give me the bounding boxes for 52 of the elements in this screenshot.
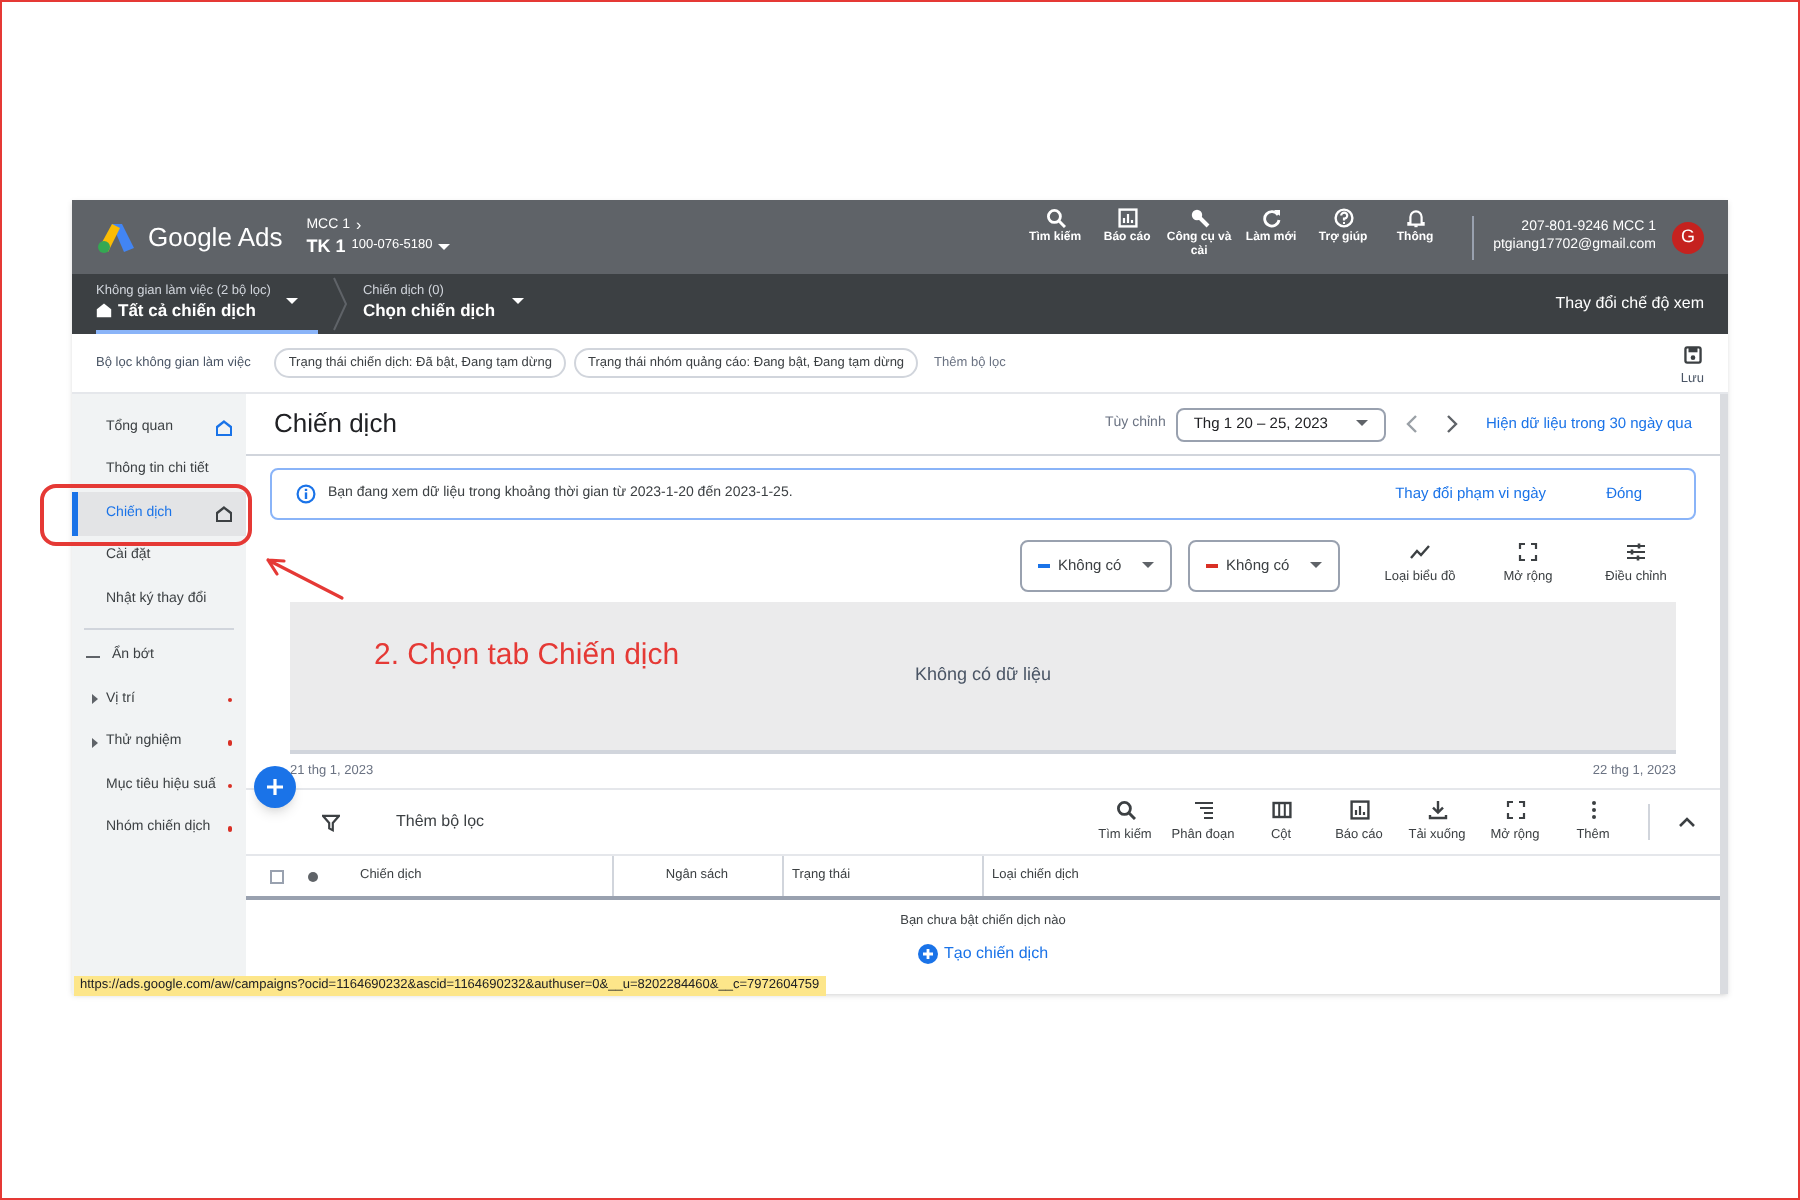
collapse-icon[interactable] [1678,816,1696,828]
create-campaign-link[interactable]: Tạo chiến dịch [917,941,1049,966]
next-icon[interactable] [1445,414,1458,434]
expand-arrow-icon [92,737,98,748]
wrench-icon [1189,208,1210,228]
caret-icon [1310,561,1322,569]
help-icon [1333,208,1354,228]
expand-icon [1505,799,1525,820]
save-icon [1683,345,1702,364]
view-mode-link[interactable]: Thay đổi chế độ xem [1555,292,1704,316]
annotation-text: 2. Chọn tab Chiến dịch [374,636,680,676]
plus-icon [266,778,284,796]
expand-icon [1518,542,1538,563]
search-icon [1115,799,1135,820]
sliders-icon [1626,542,1646,563]
caret-icon [1355,420,1368,428]
bell-icon [1405,208,1426,228]
app-title: Google Ads [148,219,283,256]
download-icon [1427,799,1447,820]
expand-arrow-icon [92,694,98,705]
plus-circle-icon [917,943,938,964]
previous-icon[interactable] [1405,414,1418,434]
caret-icon [438,243,451,251]
page-title: Chiến dịch [274,406,397,443]
search-icon [1045,208,1066,228]
scrollbar[interactable] [1720,394,1728,994]
chevron-icon: › [356,215,362,236]
caret-icon [511,298,524,306]
refresh-icon [1261,208,1282,228]
select-all-checkbox[interactable] [270,869,284,883]
caret-icon [1142,561,1154,569]
caret-icon [286,298,299,306]
info-icon [296,484,316,504]
arrow-annotation [262,554,346,602]
line-chart-icon [1410,542,1430,563]
lines-icon [1193,799,1213,820]
breadcrumb-value: Chọn chiến dịch [362,299,496,321]
filter-icon[interactable] [322,813,340,831]
home-icon [96,302,112,319]
empty-chart-message: Không có dữ liệu [914,662,1052,689]
avatar[interactable]: G [1672,221,1704,253]
home-icon [216,505,232,522]
minus-icon [86,655,100,658]
bar-chart-icon [1117,208,1138,228]
home-icon [216,419,232,436]
breadcrumb-value: Tất cả chiến dịch [118,299,256,321]
add-filter-link[interactable]: Thêm bộ lọc [396,810,485,834]
bar-chart-icon [1349,799,1369,820]
logo-icon [96,221,136,253]
columns-icon [1271,799,1291,820]
chevron-separator-icon [330,274,351,334]
account-name[interactable]: TK 1 [306,235,346,259]
